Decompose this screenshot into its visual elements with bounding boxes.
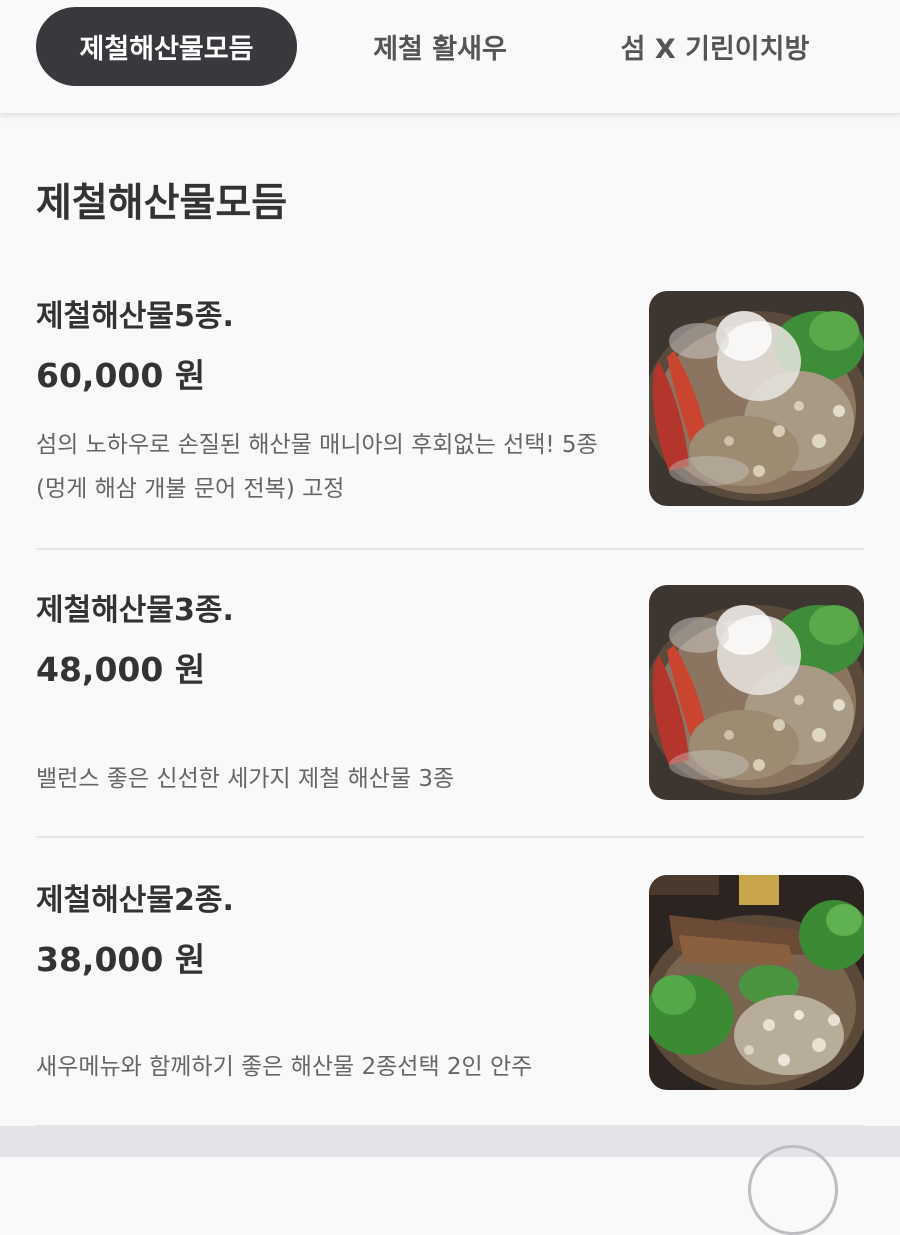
menu-item-price: 48,000 원	[36, 650, 206, 689]
tab-seafood-platter[interactable]: 제철해산물모듬	[36, 7, 297, 86]
tab-live-shrimp[interactable]: 제철 활새우	[330, 7, 550, 86]
category-tab-bar: 제철해산물모듬 제철 활새우 섬 X 기린이치방	[0, 0, 900, 114]
section-title: 제철해산물모듬	[36, 181, 288, 226]
menu-item-price: 60,000 원	[36, 356, 206, 395]
divider	[36, 548, 864, 550]
menu-item[interactable]: 제철해산물3종. 48,000 원 밸런스 좋은 신선한 세가지 제철 해산물 …	[36, 585, 864, 805]
menu-item-photo[interactable]	[649, 291, 864, 506]
tab-kirin-ichiban[interactable]: 섬 X 기린이치방	[580, 7, 850, 86]
menu-item[interactable]: 제철해산물2종. 38,000 원 새우메뉴와 함께하기 좋은 해산물 2종선택…	[36, 875, 864, 1095]
menu-item-description: 섬의 노하우로 손질된 해산물 매니아의 후회없는 선택! 5종(멍게 해삼 개…	[36, 432, 598, 502]
seafood-platter-smoke-photo	[649, 585, 864, 800]
menu-item-photo[interactable]	[649, 585, 864, 800]
seafood-platter-greens-photo	[649, 875, 864, 1090]
bottom-bar	[0, 1126, 900, 1157]
menu-item-name: 제철해산물5종.	[36, 299, 234, 334]
divider	[36, 836, 864, 838]
seafood-platter-smoke-photo	[649, 291, 864, 506]
menu-item[interactable]: 제철해산물5종. 60,000 원 섬의 노하우로 손질된 해산물 매니아의 후…	[36, 291, 864, 511]
floating-action-button[interactable]	[748, 1145, 838, 1235]
menu-item-photo[interactable]	[649, 875, 864, 1090]
menu-item-price: 38,000 원	[36, 940, 206, 979]
menu-item-name: 제철해산물3종.	[36, 593, 234, 628]
menu-item-name: 제철해산물2종.	[36, 883, 234, 918]
menu-item-description: 밸런스 좋은 신선한 세가지 제철 해산물 3종	[36, 766, 455, 792]
menu-item-description: 새우메뉴와 함께하기 좋은 해산물 2종선택 2인 안주	[36, 1054, 533, 1080]
